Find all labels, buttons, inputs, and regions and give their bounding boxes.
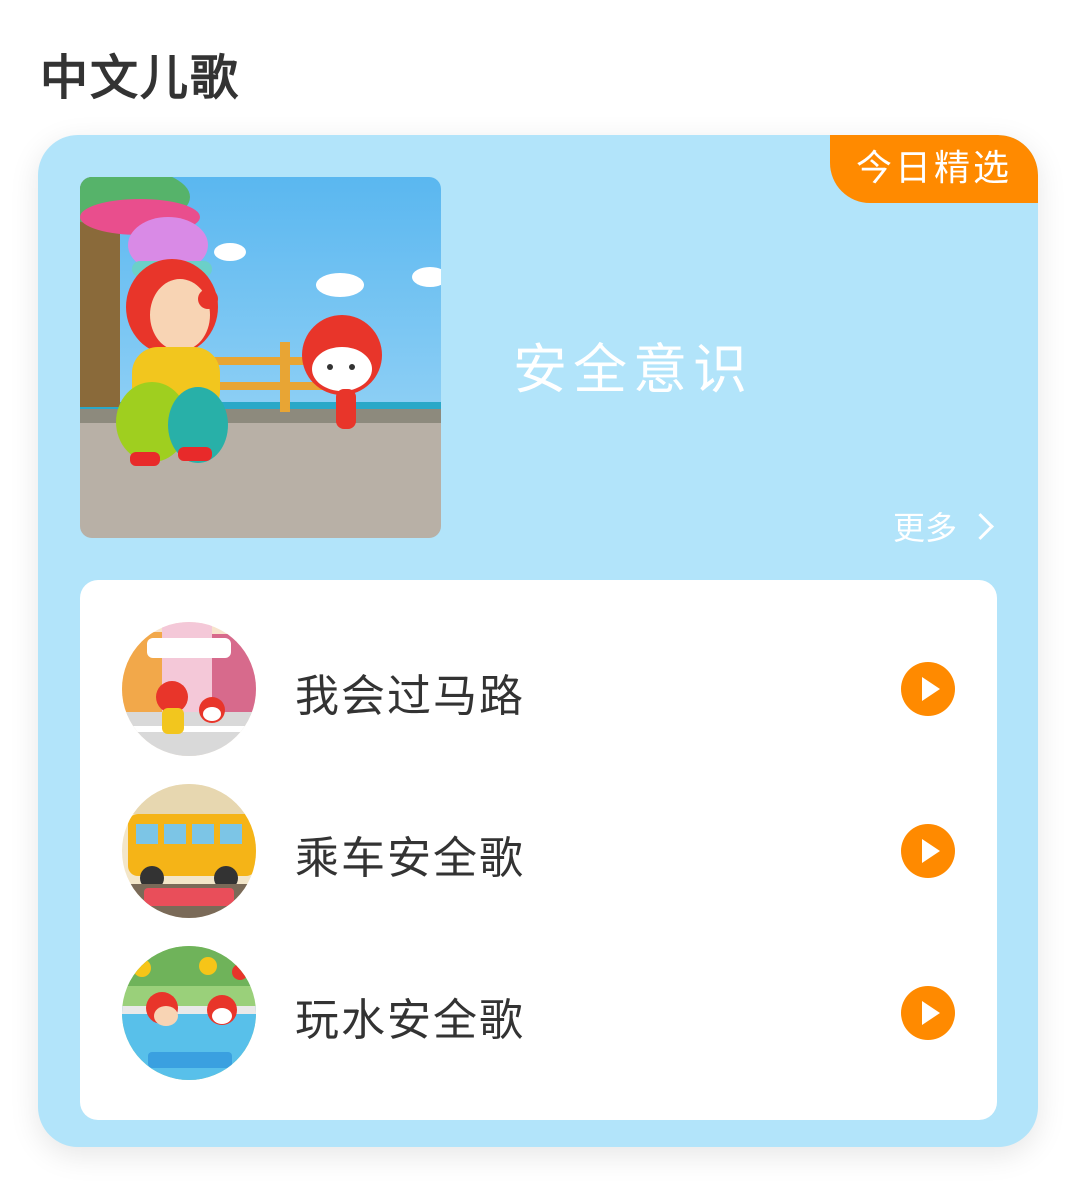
list-item[interactable]: 我会过马路 [80, 622, 997, 762]
play-icon [922, 677, 940, 701]
featured-card: 今日精选 安全意识 更多 我会过马路 乘车安全歌 玩水安全歌 [38, 135, 1038, 1147]
today-pick-badge: 今日精选 [830, 135, 1038, 203]
more-label: 更多 [893, 509, 958, 547]
pool-scene-thumbnail [122, 946, 256, 1080]
cartoon-clown-illustration [80, 177, 441, 538]
song-title: 我会过马路 [295, 671, 525, 722]
list-item[interactable]: 乘车安全歌 [80, 784, 997, 924]
play-button[interactable] [901, 824, 955, 878]
list-item[interactable]: 玩水安全歌 [80, 946, 997, 1086]
feature-thumbnail[interactable] [80, 177, 441, 538]
school-bus-thumbnail [122, 784, 256, 918]
section-title: 中文儿歌 [40, 50, 241, 106]
play-button[interactable] [901, 662, 955, 716]
more-link[interactable]: 更多 [893, 503, 994, 549]
chevron-right-icon [967, 512, 994, 540]
song-list: 我会过马路 乘车安全歌 玩水安全歌 [80, 580, 997, 1120]
song-title: 乘车安全歌 [295, 833, 525, 884]
play-icon [922, 839, 940, 863]
street-scene-thumbnail [122, 622, 256, 756]
play-icon [922, 1001, 940, 1025]
song-thumbnail [122, 784, 256, 918]
song-title: 玩水安全歌 [295, 995, 525, 1046]
feature-title: 安全意识 [513, 338, 753, 401]
play-button[interactable] [901, 986, 955, 1040]
song-thumbnail [122, 946, 256, 1080]
song-thumbnail [122, 622, 256, 756]
